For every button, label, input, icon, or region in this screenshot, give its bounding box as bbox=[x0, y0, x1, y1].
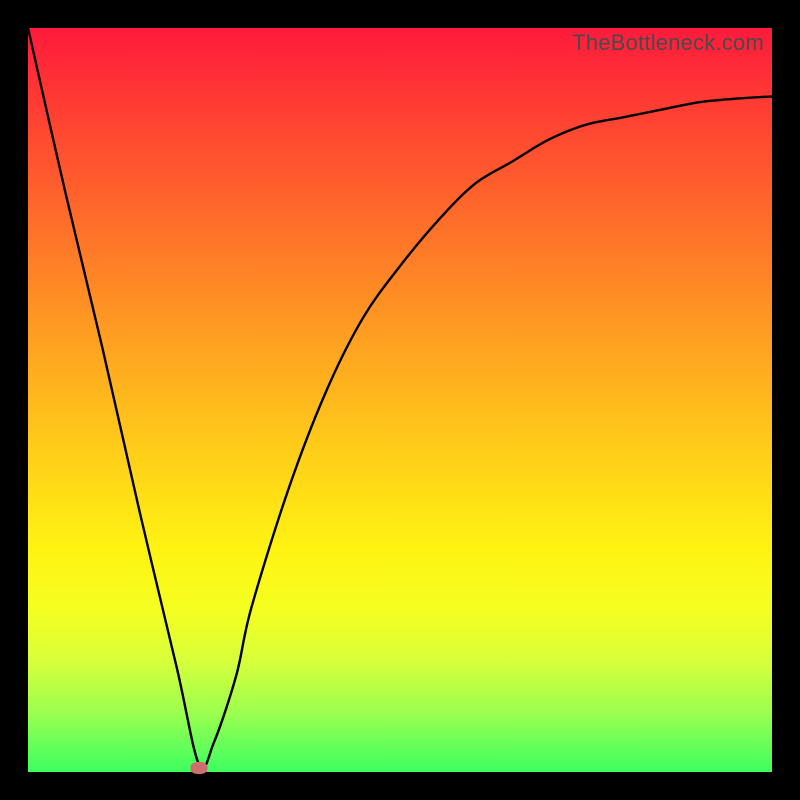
bottleneck-curve bbox=[28, 28, 772, 772]
plot-area: TheBottleneck.com bbox=[28, 28, 772, 772]
optimal-point-marker bbox=[191, 762, 208, 774]
chart-frame: TheBottleneck.com bbox=[0, 0, 800, 800]
watermark-text: TheBottleneck.com bbox=[572, 30, 764, 56]
